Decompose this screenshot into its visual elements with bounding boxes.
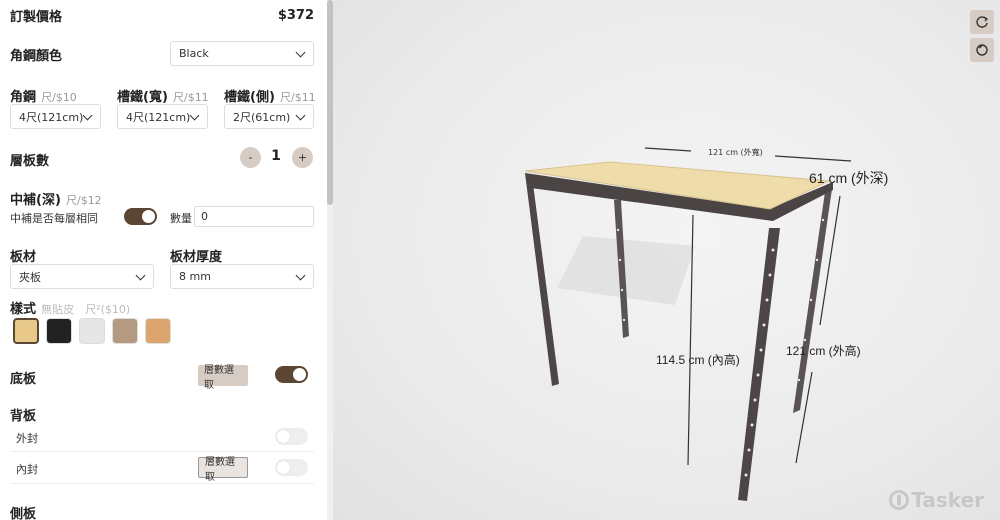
channel-side-heading: 槽鐵(側) 尺/$11 (224, 86, 316, 105)
swatch-black[interactable] (46, 318, 72, 344)
channel-side-label: 槽鐵(側) (224, 90, 275, 105)
chevron-down-icon (295, 270, 306, 281)
frame-color-value: Black (179, 47, 209, 60)
mid-support-heading: 中補(深) 尺/$12 (10, 189, 102, 208)
watermark-text: Tasker (911, 488, 984, 512)
price-row: 訂製價格 $372 (10, 6, 314, 25)
price-value: $372 (277, 8, 314, 23)
config-panel: 訂製價格 $372 角鋼顏色 Black 角鋼 尺/$10 4尺(121cm) … (0, 0, 328, 520)
chevron-down-icon (82, 110, 93, 121)
rotate-button[interactable] (970, 10, 994, 34)
toggle-knob (293, 368, 306, 381)
board-label: 板材 (10, 250, 37, 265)
board-select[interactable]: 夾板 (10, 264, 154, 289)
style-note-price: 尺²($10) (85, 303, 131, 316)
back-board-inner-layer-button[interactable]: 層數選取 (198, 457, 248, 483)
frame-color-select[interactable]: Black (170, 41, 314, 66)
channel-width-select[interactable]: 4尺(121cm) (117, 104, 208, 129)
back-board-inner-toggle[interactable] (275, 459, 308, 476)
swatch-light-wood[interactable] (13, 318, 39, 344)
chevron-down-icon (189, 110, 200, 121)
angle-steel-price: 尺/$10 (41, 91, 77, 104)
shelf-increment-button[interactable]: + (292, 147, 313, 168)
dim-inner-height-label: 114.5 cm (內高) (656, 353, 740, 367)
back-board-outer-label: 外封 (16, 432, 38, 445)
channel-width-price: 尺/$11 (172, 91, 209, 104)
leg-front-right (738, 228, 780, 501)
mid-support-qty-label: 數量 (170, 212, 192, 225)
toggle-knob (142, 210, 155, 223)
shelf-count-value: 1 (271, 148, 281, 164)
swatch-oak[interactable] (145, 318, 171, 344)
angle-steel-select[interactable]: 4尺(121cm) (10, 104, 101, 129)
chevron-down-icon (135, 270, 146, 281)
mid-support-same-toggle[interactable] (124, 208, 157, 225)
style-note-no-veneer: 無貼皮 (41, 303, 75, 316)
mid-support-same-label: 中補是否每層相同 (10, 212, 98, 225)
channel-side-select[interactable]: 2尺(61cm) (224, 104, 314, 129)
back-board-outer-toggle[interactable] (275, 428, 308, 445)
reset-icon (976, 44, 988, 56)
toggle-knob (277, 461, 290, 474)
leg-front-left (525, 173, 559, 386)
angle-steel-heading: 角鋼 尺/$10 (10, 86, 77, 105)
tasker-logo-icon (889, 490, 910, 510)
shelf-decrement-button[interactable]: - (240, 147, 261, 168)
bottom-board-toggle[interactable] (275, 366, 308, 383)
board-value: 夾板 (19, 270, 41, 284)
reset-view-button[interactable] (970, 38, 994, 62)
price-label: 訂製價格 (10, 10, 63, 25)
swatch-grey-wood[interactable] (112, 318, 138, 344)
style-heading: 樣式 無貼皮 尺²($10) (10, 298, 130, 317)
thickness-select[interactable]: 8 mm (170, 264, 314, 289)
thickness-value: 8 mm (179, 270, 211, 283)
swatch-white[interactable] (79, 318, 105, 344)
mid-support-price: 尺/$12 (65, 194, 102, 207)
mid-support-qty-input[interactable]: 0 (194, 206, 314, 227)
dim-width-line-right (774, 155, 852, 162)
thickness-label: 板材厚度 (170, 250, 223, 265)
divider (10, 451, 314, 452)
chevron-down-icon (295, 47, 306, 58)
leg-back-right (793, 182, 833, 413)
dim-width-line-left (644, 147, 692, 152)
channel-width-value: 4尺(121cm) (126, 110, 191, 124)
back-board-label: 背板 (10, 409, 37, 424)
back-board-inner-label: 內封 (16, 463, 38, 476)
channel-side-price: 尺/$11 (279, 91, 316, 104)
rotate-icon (976, 16, 989, 28)
dim-depth-label: 61 cm (外深) (809, 170, 889, 186)
frame-color-label: 角鋼顏色 (10, 49, 63, 64)
shelf-count-label: 層板數 (10, 154, 50, 169)
channel-width-label: 槽鐵(寬) (117, 90, 168, 105)
angle-steel-label: 角鋼 (10, 90, 37, 105)
mid-support-label: 中補(深) (10, 193, 61, 208)
chevron-down-icon (295, 110, 306, 121)
bottom-board-label: 底板 (10, 372, 37, 387)
shelf-render (524, 147, 852, 501)
style-label: 樣式 (10, 302, 37, 317)
tasker-watermark: Tasker (889, 488, 984, 512)
angle-steel-value: 4尺(121cm) (19, 110, 84, 124)
divider (10, 483, 314, 484)
3d-viewer[interactable]: 121 cm (外寬) 61 cm (外深) 114.5 cm (內高) 121… (333, 0, 1000, 520)
toggle-knob (277, 430, 290, 443)
bottom-board-layer-button[interactable]: 層數選取 (198, 365, 248, 391)
dim-outer-height-label: 121 cm (外高) (786, 344, 861, 358)
channel-width-heading: 槽鐵(寬) 尺/$11 (117, 86, 209, 105)
dim-width-label: 121 cm (外寬) (708, 148, 763, 157)
side-board-label: 側板 (10, 507, 37, 520)
channel-side-value: 2尺(61cm) (233, 110, 291, 124)
